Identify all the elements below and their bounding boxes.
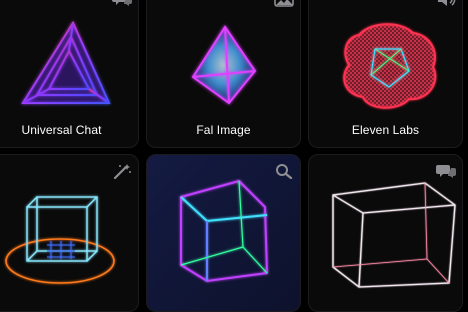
magic-wand-icon[interactable] xyxy=(112,163,132,180)
speaker-icon[interactable] xyxy=(436,0,456,7)
chat-bubbles-icon[interactable] xyxy=(436,163,456,179)
image-icon[interactable] xyxy=(274,0,294,7)
card-eleven-labs[interactable]: Eleven Labs xyxy=(308,0,463,148)
tool-card-grid: Universal Chat Fal Image Eleven Labs xyxy=(0,0,468,312)
card-label: Universal Chat xyxy=(21,123,102,137)
card-fal-image[interactable]: Fal Image xyxy=(146,0,301,148)
card-label: Eleven Labs xyxy=(351,123,420,137)
card-6[interactable] xyxy=(308,154,463,312)
chat-bubbles-icon[interactable] xyxy=(112,0,132,7)
card-label: Fal Image xyxy=(196,123,251,137)
card-universal-chat[interactable]: Universal Chat xyxy=(0,0,139,148)
search-icon[interactable] xyxy=(274,163,294,180)
card-5[interactable] xyxy=(146,154,301,312)
card-4[interactable] xyxy=(0,154,139,312)
